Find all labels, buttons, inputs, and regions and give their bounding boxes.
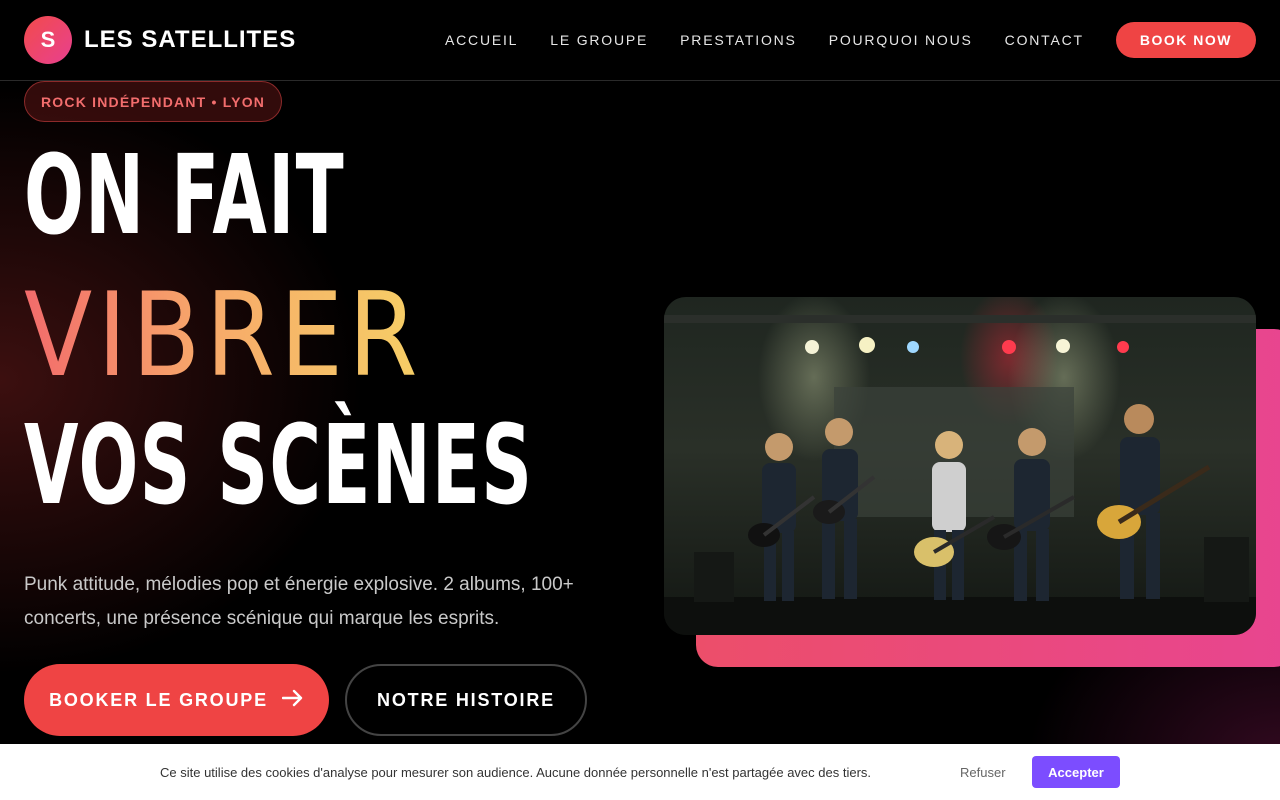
- cookie-accept-button[interactable]: Accepter: [1032, 756, 1120, 788]
- hero-heading-line-2: VIBRER: [24, 268, 423, 403]
- genre-location-tag: ROCK INDÉPENDANT • LYON: [24, 81, 283, 122]
- brand-name[interactable]: LES SATELLITES: [84, 26, 296, 54]
- our-story-button[interactable]: NOTRE HISTOIRE: [345, 664, 587, 736]
- nav-link-contact[interactable]: CONTACT: [1005, 32, 1084, 48]
- band-photo-illustration: [664, 315, 1256, 635]
- hero-subtitle: Punk attitude, mélodies pop et énergie e…: [24, 574, 574, 629]
- book-now-button[interactable]: BOOK NOW: [1115, 22, 1256, 58]
- nav-link-pourquoi-nous[interactable]: POURQUOI NOUS: [829, 32, 973, 48]
- logo-mark[interactable]: S: [24, 16, 72, 64]
- book-band-button[interactable]: BOOKER LE GROUPE: [24, 664, 329, 736]
- book-band-label: BOOKER LE GROUPE: [49, 689, 268, 710]
- hero-heading-line-3: VOS SCÈNES: [24, 401, 534, 529]
- top-nav: S LES SATELLITES ACCUEIL LE GROUPE PREST…: [0, 0, 1280, 81]
- nav-links: ACCUEIL LE GROUPE PRESTATIONS POURQUOI N…: [413, 22, 1256, 58]
- cookie-message: Ce site utilise des cookies d'analyse po…: [160, 764, 872, 780]
- arrow-right-icon: [281, 687, 304, 713]
- nav-link-le-groupe[interactable]: LE GROUPE: [550, 32, 648, 48]
- nav-link-accueil[interactable]: ACCUEIL: [445, 32, 518, 48]
- cookie-banner: Ce site utilise des cookies d'analyse po…: [0, 744, 1280, 800]
- hero-heading-line-1: ON FAIT: [24, 131, 345, 259]
- nav-link-prestations[interactable]: PRESTATIONS: [680, 32, 797, 48]
- band-live-photo: [664, 297, 1256, 635]
- cookie-refuse-button[interactable]: Refuser: [960, 765, 1006, 780]
